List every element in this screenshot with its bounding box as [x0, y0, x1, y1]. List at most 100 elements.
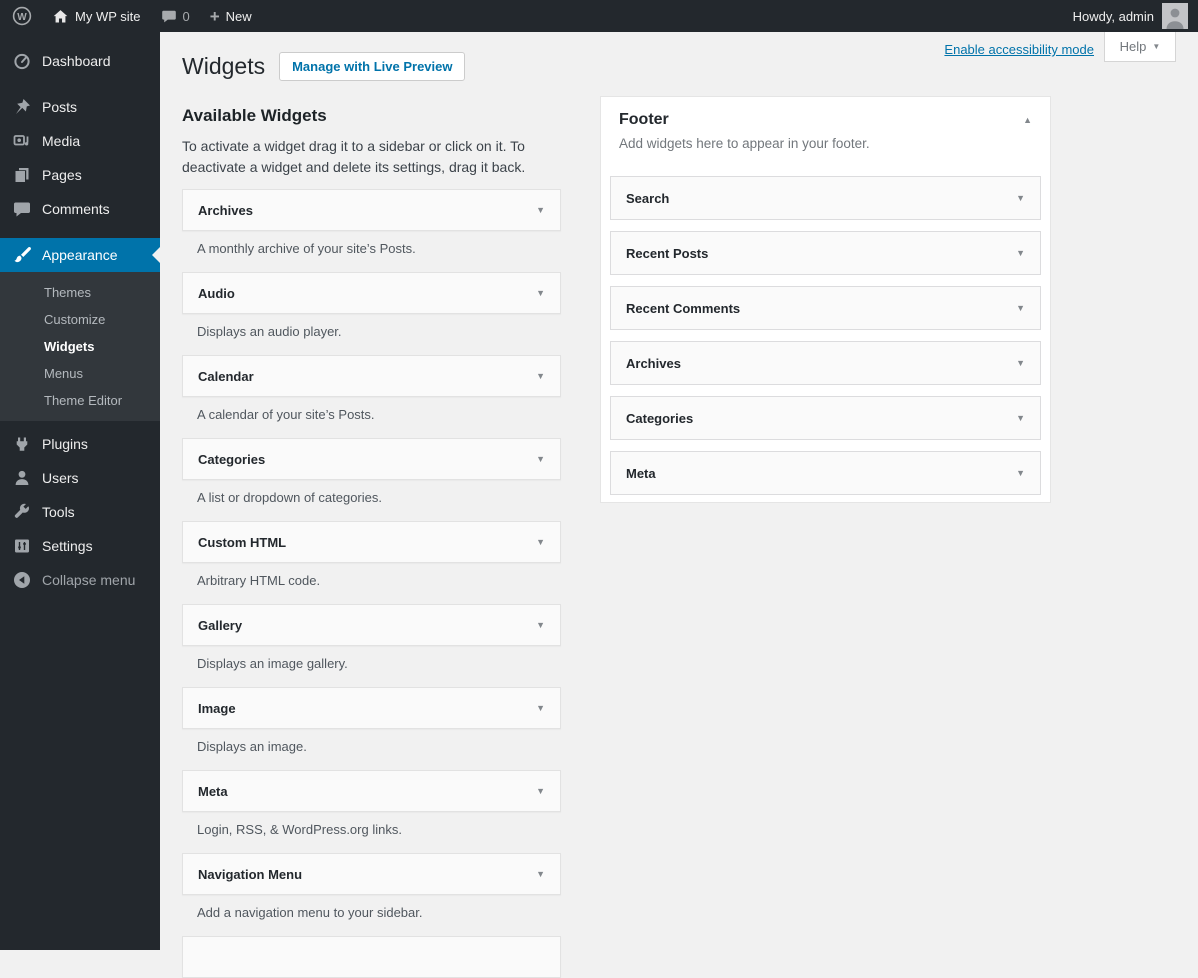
widget-card-custom-html[interactable]: Custom HTML ▼: [182, 521, 561, 563]
footer-widget-recent-comments[interactable]: Recent Comments ▼: [610, 286, 1041, 330]
sidebar-item-comments[interactable]: Comments: [0, 192, 160, 226]
widget-title: Meta: [198, 783, 228, 799]
sidebar-item-appearance[interactable]: Appearance: [0, 238, 160, 272]
pushpin-icon: [16, 99, 30, 114]
widget-card-gallery[interactable]: Gallery ▼: [182, 604, 561, 646]
chevron-down-icon[interactable]: ▼: [536, 454, 545, 464]
widget-description: Add a navigation menu to your sidebar.: [197, 905, 423, 920]
sidebar-item-tools[interactable]: Tools: [0, 495, 160, 529]
chevron-down-icon[interactable]: ▼: [1016, 468, 1025, 478]
enable-accessibility-link[interactable]: Enable accessibility mode: [944, 42, 1094, 57]
chevron-down-icon[interactable]: ▼: [1016, 193, 1025, 203]
footer-widget-search[interactable]: Search ▼: [610, 176, 1041, 220]
widget-description: Arbitrary HTML code.: [197, 573, 321, 588]
plugin-icon: [16, 437, 28, 451]
sidebar-item-pages[interactable]: Pages: [0, 158, 160, 192]
footer-widget-categories[interactable]: Categories ▼: [610, 396, 1041, 440]
plus-icon: +: [209, 6, 220, 26]
widget-title: Categories: [626, 410, 694, 426]
chevron-down-icon[interactable]: ▼: [536, 786, 545, 796]
chevron-down-icon[interactable]: ▼: [536, 371, 545, 381]
chevron-down-icon[interactable]: ▼: [1016, 303, 1025, 313]
account-menu[interactable]: Howdy, admin: [1073, 3, 1198, 29]
page-header: Widgets Manage with Live Preview: [182, 52, 466, 81]
submenu-item-menus[interactable]: Menus: [0, 360, 160, 387]
main-content: Enable accessibility mode Help ▼ Widgets…: [160, 32, 1198, 978]
chevron-down-icon[interactable]: ▼: [536, 288, 545, 298]
widget-title: Recent Comments: [626, 300, 741, 316]
widget-card-audio[interactable]: Audio ▼: [182, 272, 561, 314]
chevron-down-icon[interactable]: ▼: [1016, 413, 1025, 423]
footer-widget-area: Footer ▲ Add widgets here to appear in y…: [600, 96, 1051, 503]
home-icon: [53, 9, 68, 22]
chevron-up-icon[interactable]: ▲: [1023, 115, 1032, 125]
chevron-down-icon[interactable]: ▼: [1016, 358, 1025, 368]
menu-separator: [0, 226, 160, 238]
submenu-item-customize[interactable]: Customize: [0, 306, 160, 333]
sidebar-label: Pages: [42, 167, 82, 183]
chevron-down-icon: ▼: [1152, 42, 1161, 51]
chevron-down-icon[interactable]: ▼: [536, 205, 545, 215]
sidebar-item-plugins[interactable]: Plugins: [0, 427, 160, 461]
widget-card-image[interactable]: Image ▼: [182, 687, 561, 729]
dashboard-icon: [14, 53, 30, 70]
footer-area-header[interactable]: Footer ▲: [601, 97, 1050, 129]
svg-text:W: W: [17, 12, 27, 23]
sidebar-label: Media: [42, 133, 81, 149]
help-tab[interactable]: Help ▼: [1104, 32, 1176, 62]
footer-widget-meta[interactable]: Meta ▼: [610, 451, 1041, 495]
chevron-down-icon[interactable]: ▼: [536, 869, 545, 879]
new-label: New: [225, 8, 252, 24]
site-name: My WP site: [75, 8, 141, 24]
submenu-item-widgets[interactable]: Widgets: [0, 333, 160, 360]
footer-area-description: Add widgets here to appear in your foote…: [619, 136, 870, 151]
wordpress-logo-icon: W: [12, 6, 32, 26]
page-title: Widgets: [182, 53, 266, 79]
comment-bubble-icon: [161, 10, 176, 23]
available-widgets-section: Available Widgets To activate a widget d…: [182, 106, 561, 978]
sidebar-item-settings[interactable]: Settings: [0, 529, 160, 563]
footer-widget-archives[interactable]: Archives ▼: [610, 341, 1041, 385]
chevron-down-icon[interactable]: ▼: [536, 620, 545, 630]
settings-sliders-icon: [15, 539, 29, 553]
sidebar-label: Comments: [42, 201, 110, 217]
sidebar-label: Plugins: [42, 436, 88, 452]
widget-card-categories[interactable]: Categories ▼: [182, 438, 561, 480]
submenu-item-theme-editor[interactable]: Theme Editor: [0, 387, 160, 414]
howdy-text: Howdy, admin: [1072, 8, 1154, 24]
widget-description: Displays an image.: [197, 739, 307, 754]
widget-card-navigation-menu[interactable]: Navigation Menu ▼: [182, 853, 561, 895]
widget-title: Archives: [626, 355, 681, 371]
chevron-down-icon[interactable]: ▼: [536, 537, 545, 547]
comments-icon: [14, 202, 30, 217]
sidebar-item-dashboard[interactable]: Dashboard: [0, 44, 160, 78]
new-content-menu[interactable]: + New: [200, 0, 262, 32]
footer-area-title: Footer: [619, 111, 669, 128]
available-widgets-heading: Available Widgets: [182, 106, 327, 125]
wordpress-logo-menu[interactable]: W: [0, 0, 42, 32]
appearance-submenu: Themes Customize Widgets Menus Theme Edi…: [0, 272, 160, 421]
sidebar-item-users[interactable]: Users: [0, 461, 160, 495]
widget-description: A monthly archive of your site’s Posts.: [197, 241, 416, 256]
collapse-menu-button[interactable]: Collapse menu: [0, 563, 160, 597]
site-link[interactable]: My WP site: [42, 0, 151, 32]
manage-live-preview-button[interactable]: Manage with Live Preview: [279, 52, 466, 81]
widget-card-meta[interactable]: Meta ▼: [182, 770, 561, 812]
sidebar-item-posts[interactable]: Posts: [0, 90, 160, 124]
widget-card-calendar[interactable]: Calendar ▼: [182, 355, 561, 397]
widget-card-archives[interactable]: Archives ▼: [182, 189, 561, 231]
submenu-item-themes[interactable]: Themes: [0, 279, 160, 306]
footer-widget-recent-posts[interactable]: Recent Posts ▼: [610, 231, 1041, 275]
comments-bubble-menu[interactable]: 0: [151, 0, 200, 32]
chevron-down-icon[interactable]: ▼: [1016, 248, 1025, 258]
sidebar-item-media[interactable]: Media: [0, 124, 160, 158]
pages-icon: [15, 168, 29, 182]
sidebar-label: Posts: [42, 99, 78, 115]
widget-title: Gallery: [198, 617, 243, 633]
widget-description: A calendar of your site’s Posts.: [197, 407, 375, 422]
chevron-down-icon[interactable]: ▼: [536, 703, 545, 713]
widget-card-partial[interactable]: [182, 936, 561, 978]
media-icon: [13, 135, 29, 146]
sidebar-label: Tools: [42, 504, 75, 520]
admin-bar: W My WP site 0 + New Howdy, admin: [0, 0, 1198, 32]
